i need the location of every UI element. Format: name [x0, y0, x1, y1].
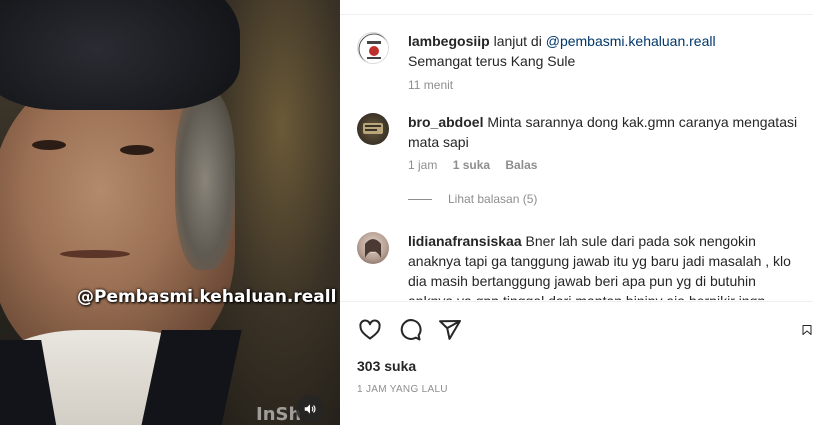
view-replies-button[interactable]: Lihat balasan (5) [408, 192, 537, 206]
comment-time[interactable]: 1 jam [408, 158, 437, 172]
comment-username[interactable]: bro_abdoel [408, 114, 483, 130]
divider [340, 301, 813, 302]
comment-text: Semangat terus Kang Sule [408, 53, 576, 69]
user-avatar-icon [363, 123, 383, 134]
editor-watermark: InSh [256, 404, 302, 425]
likes-count[interactable]: 303 suka [357, 358, 416, 374]
divider [340, 14, 813, 15]
black-cap [0, 0, 240, 110]
comment-button[interactable] [397, 317, 423, 343]
post-timestamp[interactable]: 1 JAM YANG LALU [357, 384, 448, 395]
comment-likes[interactable]: 1 suka [453, 158, 490, 172]
heart-icon [359, 319, 381, 340]
comment-text: lanjut di [493, 33, 546, 49]
avatar[interactable] [357, 232, 389, 264]
share-button[interactable] [437, 317, 463, 343]
like-button[interactable] [357, 317, 383, 343]
video-watermark: @Pembasmi.kehaluan.reall [77, 287, 337, 307]
mention-link[interactable]: @pembasmi.kehaluan.reall [546, 33, 716, 49]
speaker-icon [304, 404, 316, 414]
comment-username[interactable]: lidianafransiskaa [408, 233, 522, 249]
comment-username[interactable]: lambegosiip [408, 33, 490, 49]
post-video[interactable]: @Pembasmi.kehaluan.reall InSh [0, 0, 340, 425]
avatar[interactable] [357, 113, 389, 145]
comment-time[interactable]: 11 menit [408, 78, 453, 92]
post-actions [357, 317, 813, 343]
mute-button[interactable] [296, 395, 324, 423]
bookmark-icon [802, 325, 812, 335]
save-button[interactable] [801, 317, 813, 343]
comments-panel: lambegosiip lanjut di @pembasmi.kehaluan… [340, 0, 813, 425]
comment-icon [400, 319, 422, 341]
reply-button[interactable]: Balas [505, 158, 537, 172]
comment-item: lidianafransiskaa Bner lah sule dari pad… [357, 232, 807, 300]
logo-avatar-icon [358, 33, 388, 63]
paper-plane-icon [439, 320, 461, 340]
user-avatar-icon [365, 239, 381, 258]
avatar[interactable] [357, 32, 389, 64]
